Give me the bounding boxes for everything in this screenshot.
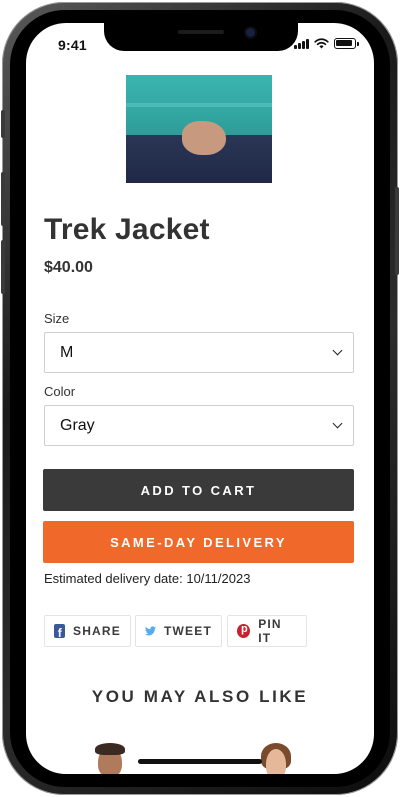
pinterest-pin-button[interactable]: PIN IT [227, 615, 307, 647]
recommendations-heading: YOU MAY ALSO LIKE [91, 687, 309, 706]
product-price: $40.00 [44, 259, 93, 276]
share-label: SHARE [72, 624, 121, 638]
chevron-down-icon [332, 418, 343, 429]
twitter-icon [145, 626, 156, 636]
volume-up-button [1, 172, 5, 226]
recommended-product-thumbnail[interactable] [92, 741, 128, 774]
size-select[interactable]: M [44, 332, 354, 373]
home-indicator[interactable] [138, 759, 262, 764]
color-select[interactable]: Gray [44, 405, 354, 446]
silent-switch [1, 110, 5, 138]
pin-label: PIN IT [258, 617, 282, 645]
add-to-cart-button[interactable]: ADD TO CART [43, 469, 354, 511]
same-day-delivery-button[interactable]: SAME-DAY DELIVERY [43, 521, 354, 563]
battery-icon [334, 38, 359, 49]
chevron-down-icon [332, 345, 343, 356]
power-button [395, 187, 399, 275]
estimated-delivery-date: Estimated delivery date: 10/11/2023 [44, 571, 251, 586]
volume-down-button [1, 240, 5, 294]
size-label: Size [44, 311, 70, 326]
wifi-icon [314, 38, 329, 49]
signal-icon [294, 38, 309, 49]
twitter-tweet-button[interactable]: TWEET [135, 615, 222, 647]
recommended-product-thumbnail[interactable] [258, 741, 294, 774]
status-icons [294, 38, 359, 49]
product-image[interactable] [126, 75, 272, 183]
product-title: Trek Jacket [44, 213, 210, 246]
facebook-icon [54, 624, 65, 640]
front-camera [246, 28, 255, 37]
size-select-value: M [60, 343, 74, 361]
speaker-grille [178, 30, 224, 34]
pinterest-icon [237, 623, 251, 638]
status-time: 9:41 [58, 37, 87, 53]
color-select-value: Gray [60, 416, 95, 434]
tweet-label: TWEET [164, 624, 212, 638]
color-label: Color [44, 384, 76, 399]
facebook-share-button[interactable]: SHARE [44, 615, 131, 647]
screen: 9:41 Trek Jacket $40.00 Size M Color Gra… [26, 23, 374, 774]
notch [104, 23, 298, 51]
